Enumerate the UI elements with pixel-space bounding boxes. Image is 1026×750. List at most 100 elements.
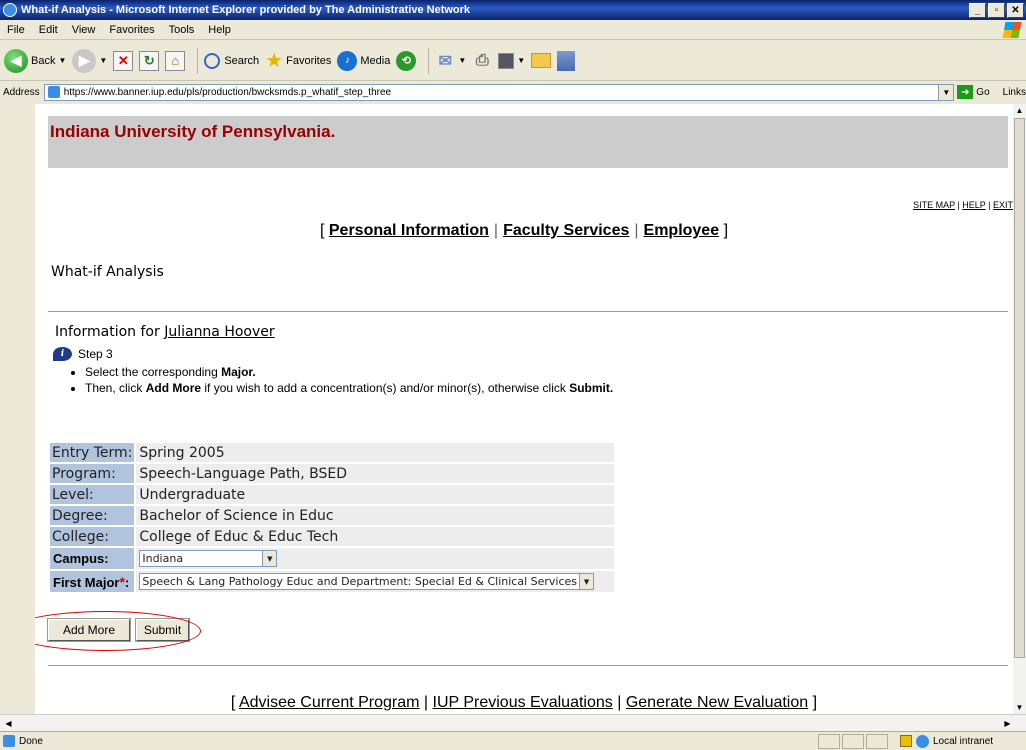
divider	[48, 665, 1008, 666]
menu-bar: File Edit View Favorites Tools Help	[0, 20, 1026, 40]
instructions: Select the corresponding Major. Then, cl…	[73, 364, 613, 396]
table-row: Entry Term: Spring 2005	[50, 443, 615, 462]
favorites-button[interactable]: ★ Favorites	[265, 48, 331, 73]
go-label: Go	[976, 86, 990, 98]
entry-term-value: Spring 2005	[136, 443, 615, 462]
nav-faculty-services[interactable]: Faculty Services	[503, 222, 629, 239]
printer-icon: ⎙	[475, 51, 489, 69]
advisee-current-program-link[interactable]: Advisee Current Program	[239, 694, 420, 711]
menu-view[interactable]: View	[65, 24, 103, 36]
search-icon	[204, 52, 221, 69]
address-bar: Address https://www.banner.iup.edu/pls/p…	[0, 82, 1026, 102]
first-major-label: First Major*:	[50, 571, 135, 592]
add-more-button[interactable]: Add More	[47, 618, 131, 642]
scroll-left-icon[interactable]: ◀	[2, 717, 15, 730]
iup-previous-evaluations-link[interactable]: IUP Previous Evaluations	[433, 694, 613, 711]
degree-label: Degree:	[50, 506, 135, 525]
level-label: Level:	[50, 485, 135, 504]
go-arrow-icon: ➜	[957, 85, 974, 99]
address-input[interactable]: https://www.banner.iup.edu/pls/productio…	[43, 83, 955, 101]
mail-icon: ✉	[438, 52, 453, 70]
mail-button[interactable]: ✉ ▼	[435, 51, 467, 71]
history-button[interactable]: ⟲	[396, 50, 417, 71]
menu-tools[interactable]: Tools	[162, 24, 202, 36]
messenger-button[interactable]	[557, 50, 576, 71]
stop-button[interactable]: ✕	[113, 50, 134, 71]
exit-link[interactable]: EXIT	[993, 200, 1013, 210]
zone-label: Local intranet	[933, 735, 994, 747]
level-value: Undergraduate	[136, 485, 615, 504]
nav-personal-information[interactable]: Personal Information	[329, 222, 489, 239]
student-name-link[interactable]: Julianna Hoover	[164, 324, 274, 340]
print-button[interactable]: ⎙	[472, 51, 492, 71]
horizontal-scrollbar[interactable]: ◀ ▶	[0, 714, 1026, 731]
scroll-right-icon[interactable]: ▶	[1001, 717, 1014, 730]
window-title: What-if Analysis - Microsoft Internet Ex…	[21, 4, 471, 16]
back-arrow-icon: ◀	[4, 48, 28, 73]
home-button[interactable]: ⌂	[165, 50, 186, 71]
menu-edit[interactable]: Edit	[32, 24, 65, 36]
scroll-thumb[interactable]	[1014, 118, 1025, 658]
address-url: https://www.banner.iup.edu/pls/productio…	[63, 86, 392, 98]
top-links: SITE MAP | HELP | EXIT	[913, 200, 1013, 210]
college-value: College of Educ & Educ Tech	[136, 527, 615, 546]
search-label: Search	[224, 54, 260, 67]
scroll-down-icon[interactable]: ▼	[1013, 701, 1026, 714]
refresh-button[interactable]: ↻	[139, 50, 160, 71]
windows-logo-icon	[1002, 22, 1022, 38]
folder-button[interactable]	[531, 53, 552, 68]
page-icon	[3, 735, 15, 747]
info-prefix: Information for	[55, 324, 160, 340]
chevron-down-icon: ▼	[517, 56, 526, 65]
banner-title: Indiana University of Pennsylvania.	[50, 122, 336, 141]
submit-button[interactable]: Submit	[135, 618, 190, 642]
menu-favorites[interactable]: Favorites	[102, 24, 161, 36]
edit-button[interactable]: ▼	[498, 52, 526, 69]
table-row: First Major*: Speech & Lang Pathology Ed…	[50, 571, 615, 592]
folder-icon	[531, 53, 552, 68]
chevron-down-icon[interactable]: ▼	[938, 84, 954, 100]
page-title: What-if Analysis	[51, 264, 164, 280]
table-row: Level: Undergraduate	[50, 485, 615, 504]
address-label: Address	[3, 86, 40, 98]
scroll-up-icon[interactable]: ▲	[1013, 104, 1026, 117]
minimize-button[interactable]: _	[969, 2, 986, 18]
toolbar: ◀ Back ▼ ▶ ▼ ✕ ↻ ⌂ Search ★ Favorites ♪ …	[0, 41, 1026, 81]
menu-help[interactable]: Help	[201, 24, 238, 36]
media-icon: ♪	[337, 50, 358, 71]
info-for: Information for Julianna Hoover	[55, 324, 275, 340]
college-label: College:	[50, 527, 135, 546]
back-label: Back	[31, 54, 56, 67]
go-button[interactable]: ➜ Go	[957, 85, 990, 99]
vertical-scrollbar[interactable]: ▲ ▼	[1013, 104, 1026, 714]
back-button[interactable]: ◀ Back ▼	[4, 48, 66, 73]
forward-button[interactable]: ▶ ▼	[72, 48, 107, 73]
main-nav: [ Personal Information | Faculty Services |…	[319, 222, 729, 239]
chevron-down-icon: ▼	[458, 56, 467, 65]
nav-employee[interactable]: Employee	[644, 222, 720, 239]
toolbar-separator	[197, 47, 199, 74]
step-label: Step 3	[78, 347, 113, 361]
first-major-select[interactable]: Speech & Lang Pathology Educ and Departm…	[139, 573, 595, 590]
campus-select[interactable]: Indiana ▼	[139, 550, 278, 567]
table-row: Program: Speech-Language Path, BSED	[50, 464, 615, 483]
help-link[interactable]: HELP	[962, 200, 985, 210]
table-row: Degree: Bachelor of Science in Educ	[50, 506, 615, 525]
search-button[interactable]: Search	[204, 52, 260, 69]
generate-new-evaluation-link[interactable]: Generate New Evaluation	[626, 694, 808, 711]
ie-icon	[3, 3, 17, 17]
media-button[interactable]: ♪ Media	[337, 50, 390, 71]
links-button[interactable]: Links	[1003, 87, 1026, 98]
degree-value: Bachelor of Science in Educ	[136, 506, 615, 525]
instruction-item: Select the corresponding Major.	[85, 364, 613, 380]
menu-file[interactable]: File	[0, 24, 32, 36]
status-cell	[842, 733, 864, 749]
maximize-button[interactable]: ▫	[988, 2, 1005, 18]
banner: Indiana University of Pennsylvania.	[48, 116, 1008, 168]
close-button[interactable]: ✕	[1007, 2, 1024, 18]
divider	[48, 311, 1008, 312]
globe-icon	[916, 734, 929, 748]
site-map-link[interactable]: SITE MAP	[913, 200, 955, 210]
info-icon: i	[53, 347, 72, 361]
title-bar: What-if Analysis - Microsoft Internet Ex…	[0, 0, 1026, 20]
